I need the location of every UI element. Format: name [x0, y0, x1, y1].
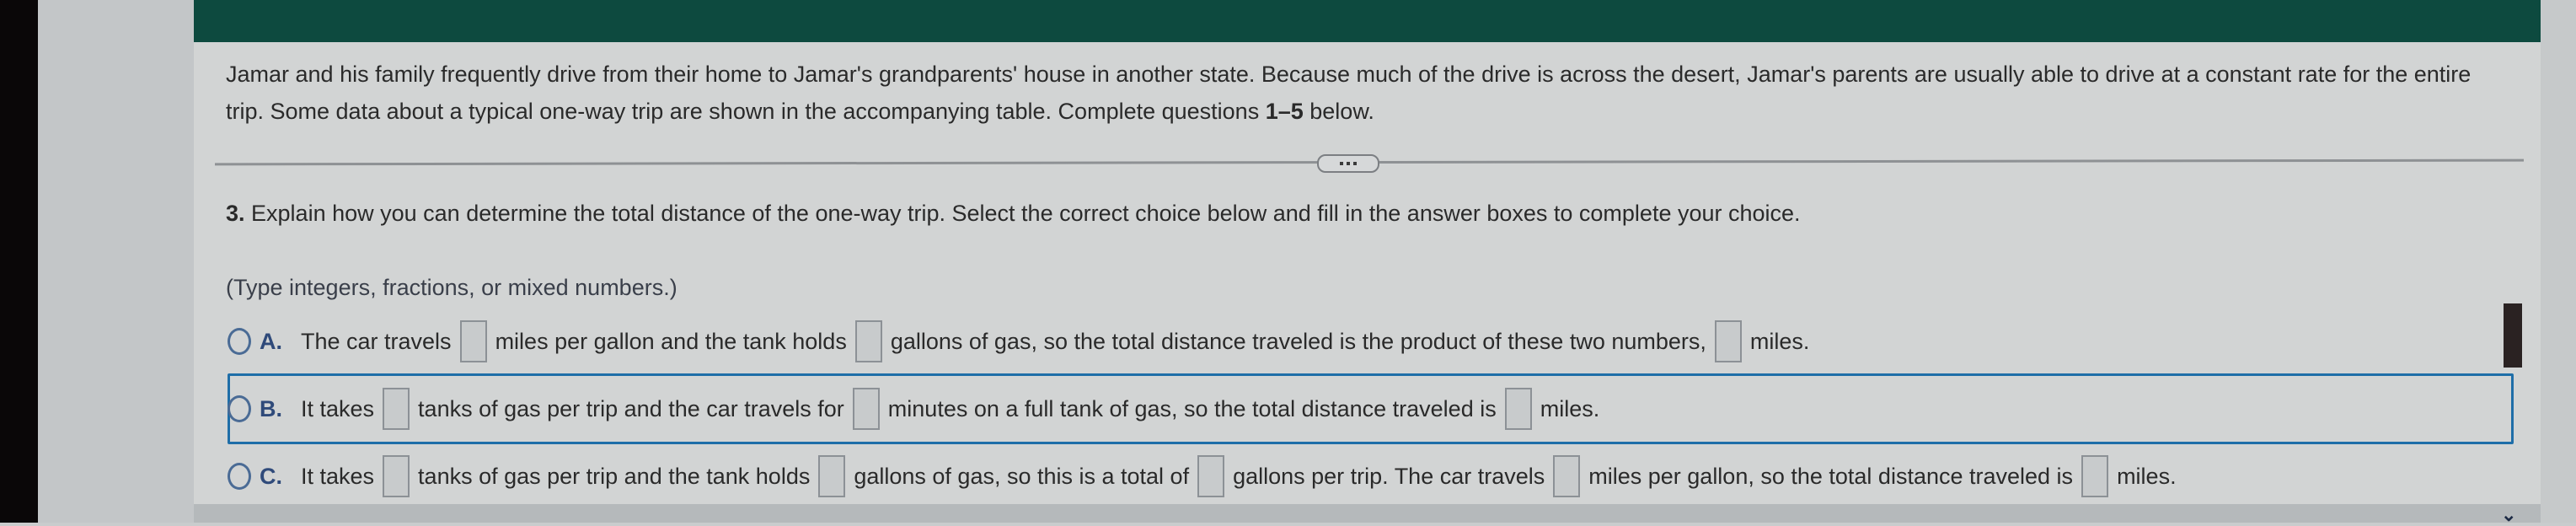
answer-box[interactable] [459, 320, 487, 362]
radio-choice-c[interactable] [228, 463, 251, 490]
answer-box[interactable] [383, 388, 410, 430]
more-horizontal-icon [1340, 162, 1343, 165]
choice-text: miles. [2117, 463, 2177, 489]
choice-letter: B. [260, 395, 282, 421]
choice-text: minutes on a full tank of gas, so the to… [887, 395, 1497, 421]
bottom-toolbar [194, 504, 2541, 523]
choice-text: miles per gallon and the tank holds [495, 328, 847, 354]
answer-box[interactable] [854, 320, 882, 362]
scrollbar-thumb[interactable] [2504, 303, 2522, 368]
question-text: Explain how you can determine the total … [244, 201, 1801, 226]
choice-c[interactable]: C. It takes tanks of gas per trip and th… [228, 455, 2177, 497]
choice-text: tanks of gas per trip and the car travel… [418, 395, 844, 421]
choice-text: gallons per trip. The car travels [1233, 463, 1545, 489]
screen-bezel [0, 0, 38, 523]
choice-text: miles. [1540, 395, 1600, 421]
answer-box[interactable] [2081, 455, 2109, 497]
radio-choice-b[interactable] [228, 395, 251, 422]
answer-box[interactable] [818, 455, 846, 497]
header-bar [194, 0, 2541, 42]
expand-more-button[interactable] [1317, 154, 1379, 173]
answer-box[interactable] [383, 455, 410, 497]
choice-a[interactable]: A. The car travels miles per gallon and … [228, 320, 1809, 362]
answer-box[interactable] [1553, 455, 1581, 497]
choice-text: tanks of gas per trip and the tank holds [418, 463, 811, 489]
more-horizontal-icon [1353, 162, 1357, 165]
left-margin-panel [38, 0, 194, 523]
answer-box[interactable] [1197, 455, 1225, 497]
problem-intro: Jamar and his family frequently drive fr… [226, 56, 2501, 130]
answer-box[interactable] [1504, 388, 1532, 430]
more-horizontal-icon [1347, 162, 1350, 165]
intro-text-end: below. [1303, 99, 1374, 124]
choice-b[interactable]: B. It takes tanks of gas per trip and th… [228, 388, 1599, 430]
choice-letter: C. [260, 463, 282, 489]
answer-format-hint: (Type integers, fractions, or mixed numb… [226, 275, 677, 300]
choice-text: gallons of gas, so this is a total of [854, 463, 1190, 489]
intro-question-range: 1–5 [1265, 99, 1304, 124]
choice-text: It takes [301, 395, 375, 421]
question-prompt: 3. Explain how you can determine the tot… [226, 201, 1801, 227]
answer-box[interactable] [1714, 320, 1742, 362]
right-margin [2541, 0, 2576, 523]
radio-choice-a[interactable] [228, 328, 251, 355]
question-number: 3. [226, 201, 245, 226]
choice-text: The car travels [301, 328, 452, 354]
choice-text: gallons of gas, so the total distance tr… [890, 328, 1706, 354]
chevron-down-icon[interactable]: ⌄ [2501, 504, 2516, 526]
answer-box[interactable] [852, 388, 880, 430]
choice-text: It takes [301, 463, 375, 489]
choice-text: miles per gallon, so the total distance … [1588, 463, 2074, 489]
choice-text: miles. [1749, 328, 1810, 354]
choice-letter: A. [260, 328, 282, 354]
